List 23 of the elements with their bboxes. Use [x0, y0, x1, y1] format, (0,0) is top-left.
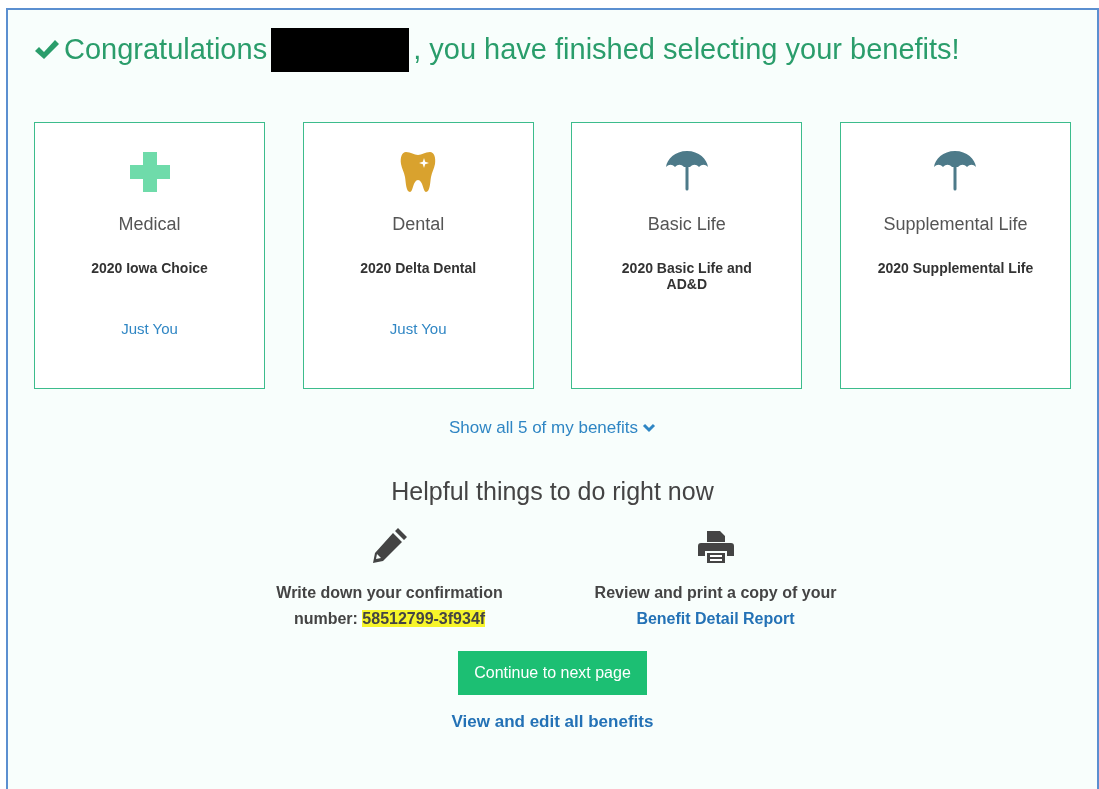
cross-icon: [127, 150, 172, 194]
instruction-text: Review and print a copy of your Benefit Detail Report: [593, 583, 838, 629]
benefit-category: Basic Life: [646, 213, 727, 236]
edit-benefits-link[interactable]: View and edit all benefits: [451, 709, 654, 735]
tooth-icon: [400, 150, 437, 194]
plan-name: 2020 Delta Dental: [359, 260, 478, 277]
show-all-link[interactable]: Show all 5 of my benefits: [449, 415, 656, 441]
benefit-category: Supplemental Life: [882, 213, 1029, 236]
benefit-category: Dental: [391, 213, 446, 236]
heading-text: , you have finished selecting your benefits!: [413, 32, 960, 68]
check-icon: [34, 39, 60, 61]
section-title: Helpful things to do right now: [391, 475, 714, 507]
benefit-category: Medical: [117, 213, 182, 236]
instruction-text: Write down your confirmation number: 58512799-3f934f: [275, 583, 504, 629]
coverage-level: Just You: [389, 319, 447, 340]
report-link[interactable]: Benefit Detail Report: [636, 609, 795, 627]
printer-icon: [697, 530, 734, 564]
plan-name: 2020 Basic Life and AD&D: [620, 260, 753, 293]
plan-name: 2020 Iowa Choice: [90, 260, 209, 277]
coverage-level: Just You: [121, 319, 178, 340]
pencil-icon: [370, 526, 409, 564]
plan-name: 2020 Supplemental Life: [876, 260, 1035, 277]
heading-text: Congratulations: [64, 32, 268, 68]
